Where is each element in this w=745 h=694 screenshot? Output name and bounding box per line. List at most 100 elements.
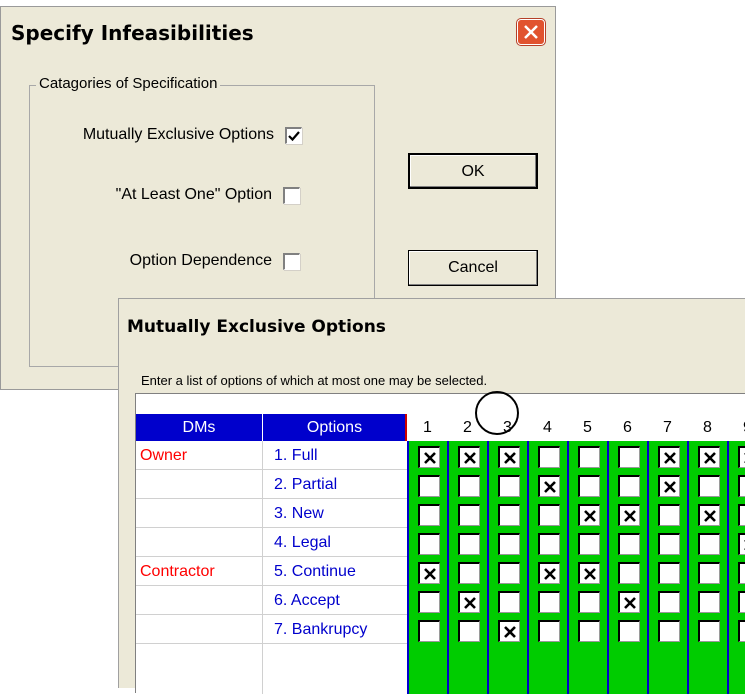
dialog-title: Mutually Exclusive Options	[127, 317, 386, 337]
cell-checkbox-r7-c8[interactable]	[698, 620, 720, 642]
cell-checkbox-r4-c6[interactable]	[618, 533, 640, 555]
x-mark-icon	[624, 510, 636, 522]
column-header-6: 6	[609, 414, 646, 441]
cell-checkbox-r5-c3[interactable]	[498, 562, 520, 584]
cell-checkbox-r1-c9[interactable]	[738, 446, 745, 468]
cell-checkbox-r7-c2[interactable]	[458, 620, 480, 642]
cell-checkbox-r5-c8[interactable]	[698, 562, 720, 584]
dm-cell	[136, 586, 262, 615]
cell-checkbox-r5-c6[interactable]	[618, 562, 640, 584]
x-mark-icon	[504, 626, 516, 638]
cell-checkbox-r3-c4[interactable]	[538, 504, 560, 526]
cell-checkbox-r4-c2[interactable]	[458, 533, 480, 555]
cell-checkbox-r6-c9[interactable]	[738, 591, 745, 613]
cell-checkbox-r6-c2[interactable]	[458, 591, 480, 613]
cell-checkbox-r1-c2[interactable]	[458, 446, 480, 468]
close-button[interactable]	[517, 19, 545, 45]
cell-checkbox-r5-c7[interactable]	[658, 562, 680, 584]
cell-checkbox-r4-c9[interactable]	[738, 533, 745, 555]
option-cell: 1. Full	[274, 447, 318, 464]
title-bar: Specify Infeasibilities	[1, 7, 555, 55]
cell-checkbox-r7-c4[interactable]	[538, 620, 560, 642]
x-mark-icon	[664, 481, 676, 493]
cell-checkbox-r7-c9[interactable]	[738, 620, 745, 642]
cell-checkbox-r6-c8[interactable]	[698, 591, 720, 613]
cell-checkbox-r2-c2[interactable]	[458, 475, 480, 497]
x-mark-icon	[424, 568, 436, 580]
cell-checkbox-r1-c8[interactable]	[698, 446, 720, 468]
cell-checkbox-r3-c5[interactable]	[578, 504, 600, 526]
x-mark-icon	[584, 568, 596, 580]
x-mark-icon	[544, 481, 556, 493]
cell-checkbox-r3-c6[interactable]	[618, 504, 640, 526]
cell-checkbox-r1-c7[interactable]	[658, 446, 680, 468]
cell-checkbox-r4-c3[interactable]	[498, 533, 520, 555]
x-mark-icon	[464, 597, 476, 609]
option-dependence-checkbox[interactable]	[283, 253, 300, 270]
cell-checkbox-r3-c8[interactable]	[698, 504, 720, 526]
cell-checkbox-r7-c6[interactable]	[618, 620, 640, 642]
column-3-highlight-circle	[475, 391, 519, 435]
cell-checkbox-r6-c6[interactable]	[618, 591, 640, 613]
option-cell: 3. New	[274, 505, 324, 522]
x-mark-icon	[424, 452, 436, 464]
x-mark-icon	[504, 452, 516, 464]
cell-checkbox-r2-c3[interactable]	[498, 475, 520, 497]
cell-checkbox-r4-c1[interactable]	[418, 533, 440, 555]
cell-checkbox-r5-c4[interactable]	[538, 562, 560, 584]
cell-checkbox-r2-c6[interactable]	[618, 475, 640, 497]
column-separator	[407, 441, 409, 694]
x-mark-icon	[584, 510, 596, 522]
cell-checkbox-r2-c8[interactable]	[698, 475, 720, 497]
cell-checkbox-r2-c9[interactable]	[738, 475, 745, 497]
cell-checkbox-r6-c3[interactable]	[498, 591, 520, 613]
cell-checkbox-r4-c5[interactable]	[578, 533, 600, 555]
cell-checkbox-r4-c4[interactable]	[538, 533, 560, 555]
cell-checkbox-r7-c5[interactable]	[578, 620, 600, 642]
option-cell: 6. Accept	[274, 592, 340, 609]
option-cell: 7. Bankrupcy	[274, 621, 368, 638]
cell-checkbox-r6-c5[interactable]	[578, 591, 600, 613]
cell-checkbox-r4-c8[interactable]	[698, 533, 720, 555]
cell-checkbox-r2-c1[interactable]	[418, 475, 440, 497]
cell-checkbox-r7-c7[interactable]	[658, 620, 680, 642]
mutually-exclusive-checkbox[interactable]	[285, 127, 302, 144]
cell-checkbox-r6-c1[interactable]	[418, 591, 440, 613]
cell-checkbox-r5-c2[interactable]	[458, 562, 480, 584]
instruction-text: Enter a list of options of which at most…	[141, 373, 488, 388]
cell-checkbox-r6-c4[interactable]	[538, 591, 560, 613]
column-header-8: 8	[689, 414, 726, 441]
cell-checkbox-r2-c5[interactable]	[578, 475, 600, 497]
cell-checkbox-r1-c1[interactable]	[418, 446, 440, 468]
cell-checkbox-r5-c5[interactable]	[578, 562, 600, 584]
ok-button[interactable]: OK	[408, 153, 538, 189]
column-header-7: 7	[649, 414, 686, 441]
cell-checkbox-r7-c1[interactable]	[418, 620, 440, 642]
cell-checkbox-r3-c1[interactable]	[418, 504, 440, 526]
column-header-4: 4	[529, 414, 566, 441]
cell-checkbox-r3-c9[interactable]	[738, 504, 745, 526]
cell-checkbox-r2-c4[interactable]	[538, 475, 560, 497]
cell-checkbox-r5-c1[interactable]	[418, 562, 440, 584]
cell-checkbox-r1-c6[interactable]	[618, 446, 640, 468]
cell-checkbox-r3-c3[interactable]	[498, 504, 520, 526]
cell-checkbox-r7-c3[interactable]	[498, 620, 520, 642]
options-table: DMs Options 123456789Owner1. Full2. Part…	[135, 393, 745, 694]
cell-checkbox-r6-c7[interactable]	[658, 591, 680, 613]
column-separator	[647, 441, 649, 694]
at-least-one-checkbox[interactable]	[283, 187, 300, 204]
cell-checkbox-r5-c9[interactable]	[738, 562, 745, 584]
cell-checkbox-r4-c7[interactable]	[658, 533, 680, 555]
check-icon	[288, 131, 300, 142]
cell-checkbox-r1-c3[interactable]	[498, 446, 520, 468]
cell-checkbox-r3-c7[interactable]	[658, 504, 680, 526]
column-separator	[447, 441, 449, 694]
cancel-button[interactable]: Cancel	[408, 250, 538, 286]
cell-checkbox-r3-c2[interactable]	[458, 504, 480, 526]
column-separator	[567, 441, 569, 694]
cell-checkbox-r1-c4[interactable]	[538, 446, 560, 468]
option-dependence: Option Dependence	[30, 252, 300, 272]
cell-checkbox-r2-c7[interactable]	[658, 475, 680, 497]
dms-header: DMs	[136, 414, 262, 441]
cell-checkbox-r1-c5[interactable]	[578, 446, 600, 468]
